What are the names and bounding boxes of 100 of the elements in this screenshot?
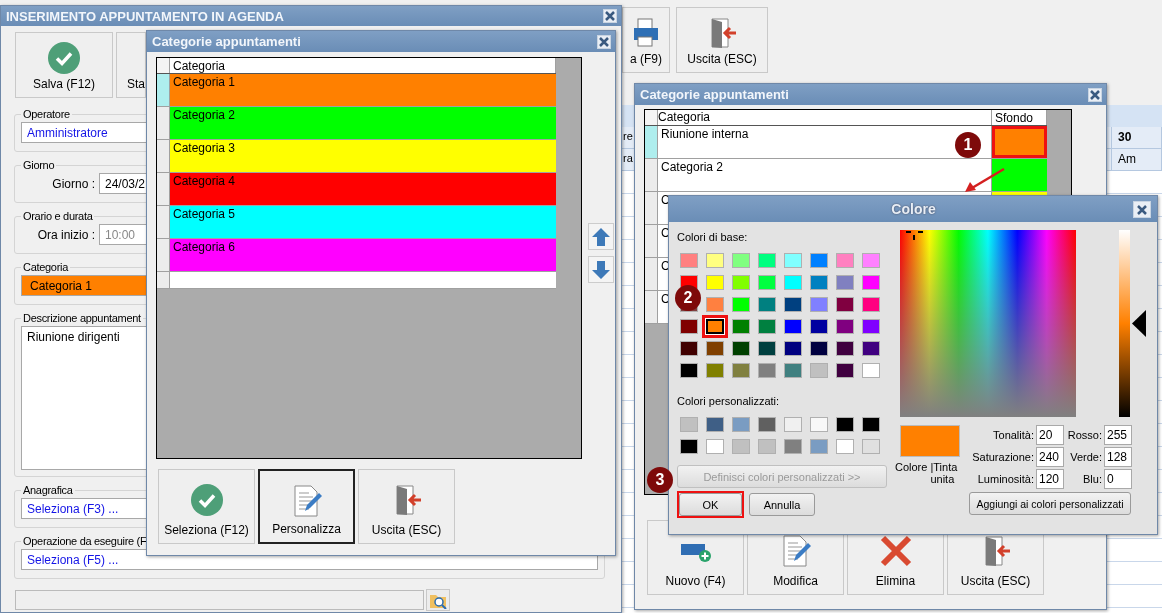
number-field[interactable]: 255 bbox=[1104, 425, 1132, 445]
row-indicator[interactable] bbox=[157, 74, 170, 106]
move-up-button[interactable] bbox=[588, 223, 614, 250]
row-indicator[interactable] bbox=[157, 206, 170, 238]
row-indicator[interactable] bbox=[157, 140, 170, 172]
color-swatch[interactable] bbox=[810, 416, 828, 432]
color-swatch[interactable] bbox=[836, 340, 854, 356]
color-swatch[interactable] bbox=[810, 362, 828, 378]
row-indicator[interactable] bbox=[645, 258, 658, 290]
color-swatch[interactable] bbox=[862, 252, 880, 268]
color-swatch[interactable] bbox=[784, 252, 802, 268]
toolbar-button[interactable]: Sta bbox=[116, 32, 146, 98]
color-swatch[interactable] bbox=[732, 252, 750, 268]
row-indicator[interactable] bbox=[645, 126, 658, 158]
toolbar-button[interactable]: Personalizza bbox=[258, 469, 355, 544]
color-swatch[interactable] bbox=[836, 438, 854, 454]
color-swatch[interactable] bbox=[706, 438, 724, 454]
color-swatch[interactable] bbox=[758, 362, 776, 378]
color-swatch[interactable] bbox=[784, 296, 802, 312]
color-swatch[interactable] bbox=[680, 340, 698, 356]
row-indicator[interactable] bbox=[157, 272, 170, 288]
color-swatch[interactable] bbox=[862, 318, 880, 334]
row-indicator[interactable] bbox=[157, 107, 170, 139]
row-indicator[interactable] bbox=[157, 239, 170, 271]
close-button[interactable] bbox=[1088, 87, 1102, 102]
color-swatch[interactable] bbox=[706, 416, 724, 432]
color-swatch[interactable] bbox=[758, 252, 776, 268]
number-field[interactable]: 0 bbox=[1104, 469, 1132, 489]
table-cell[interactable]: Categoria 5 bbox=[170, 206, 556, 238]
color-swatch[interactable] bbox=[732, 362, 750, 378]
row-indicator[interactable] bbox=[157, 173, 170, 205]
color-spectrum[interactable] bbox=[900, 230, 1076, 417]
color-swatch[interactable] bbox=[836, 416, 854, 432]
color-swatch[interactable] bbox=[758, 318, 776, 334]
table-cell[interactable]: Categoria 2 bbox=[170, 107, 556, 139]
color-swatch[interactable] bbox=[810, 296, 828, 312]
table-cell[interactable]: Categoria 6 bbox=[170, 239, 556, 271]
cancel-button[interactable]: Annulla bbox=[749, 493, 815, 516]
color-swatch[interactable] bbox=[732, 438, 750, 454]
color-swatch[interactable] bbox=[862, 362, 880, 378]
color-swatch[interactable] bbox=[810, 252, 828, 268]
number-field[interactable]: 128 bbox=[1104, 447, 1132, 467]
color-swatch[interactable] bbox=[836, 362, 854, 378]
color-swatch[interactable] bbox=[836, 252, 854, 268]
row-indicator[interactable] bbox=[645, 291, 658, 323]
color-swatch[interactable] bbox=[758, 296, 776, 312]
number-field[interactable]: 20 bbox=[1036, 425, 1064, 445]
color-swatch[interactable] bbox=[810, 318, 828, 334]
color-swatch[interactable] bbox=[836, 318, 854, 334]
color-swatch[interactable] bbox=[784, 274, 802, 290]
row-indicator[interactable] bbox=[645, 159, 658, 191]
toolbar-button[interactable]: Salva (F12) bbox=[15, 32, 113, 98]
color-swatch[interactable] bbox=[784, 416, 802, 432]
color-swatch[interactable] bbox=[680, 252, 698, 268]
color-swatch[interactable] bbox=[680, 362, 698, 378]
toolbar-button[interactable]: Seleziona (F12) bbox=[158, 469, 255, 544]
color-swatch[interactable] bbox=[862, 438, 880, 454]
move-down-button[interactable] bbox=[588, 256, 614, 283]
color-swatch[interactable] bbox=[706, 252, 724, 268]
color-swatch[interactable] bbox=[758, 340, 776, 356]
color-swatch[interactable] bbox=[732, 296, 750, 312]
ok-button[interactable]: OK bbox=[679, 493, 742, 516]
close-button[interactable] bbox=[603, 9, 617, 23]
color-swatch[interactable] bbox=[706, 362, 724, 378]
color-swatch[interactable] bbox=[862, 274, 880, 290]
color-swatch[interactable] bbox=[836, 274, 854, 290]
color-swatch[interactable] bbox=[680, 438, 698, 454]
number-field[interactable]: 120 bbox=[1036, 469, 1064, 489]
table-cell[interactable]: Categoria 1 bbox=[170, 74, 556, 106]
color-swatch[interactable] bbox=[810, 340, 828, 356]
color-swatch[interactable] bbox=[732, 340, 750, 356]
color-swatch[interactable] bbox=[732, 274, 750, 290]
color-swatch[interactable] bbox=[732, 416, 750, 432]
color-swatch[interactable] bbox=[784, 340, 802, 356]
color-swatch[interactable] bbox=[758, 274, 776, 290]
color-swatch[interactable] bbox=[706, 274, 724, 290]
color-swatch[interactable] bbox=[784, 318, 802, 334]
color-swatch[interactable] bbox=[836, 296, 854, 312]
color-swatch[interactable] bbox=[784, 362, 802, 378]
color-swatch[interactable] bbox=[702, 314, 728, 338]
toolbar-button[interactable]: Uscita (ESC) bbox=[358, 469, 455, 544]
color-swatch[interactable] bbox=[758, 416, 776, 432]
row-indicator[interactable] bbox=[645, 225, 658, 257]
table-cell[interactable]: Categoria 3 bbox=[170, 140, 556, 172]
color-swatch[interactable] bbox=[758, 438, 776, 454]
color-swatch[interactable] bbox=[862, 296, 880, 312]
toolbar-button[interactable]: a (F9) bbox=[622, 7, 670, 73]
color-swatch[interactable] bbox=[810, 438, 828, 454]
row-indicator[interactable] bbox=[645, 192, 658, 224]
color-swatch[interactable] bbox=[680, 416, 698, 432]
table-cell[interactable]: Categoria 4 bbox=[170, 173, 556, 205]
color-swatch[interactable] bbox=[810, 274, 828, 290]
slider-thumb-icon[interactable] bbox=[1132, 310, 1146, 337]
close-button[interactable] bbox=[597, 34, 611, 49]
color-swatch[interactable] bbox=[862, 416, 880, 432]
number-field[interactable]: 240 bbox=[1036, 447, 1064, 467]
add-custom-color-button[interactable]: Aggiungi ai colori personalizzati bbox=[969, 492, 1131, 515]
color-swatch[interactable] bbox=[706, 340, 724, 356]
color-swatch[interactable] bbox=[862, 340, 880, 356]
color-swatch[interactable] bbox=[680, 318, 698, 334]
